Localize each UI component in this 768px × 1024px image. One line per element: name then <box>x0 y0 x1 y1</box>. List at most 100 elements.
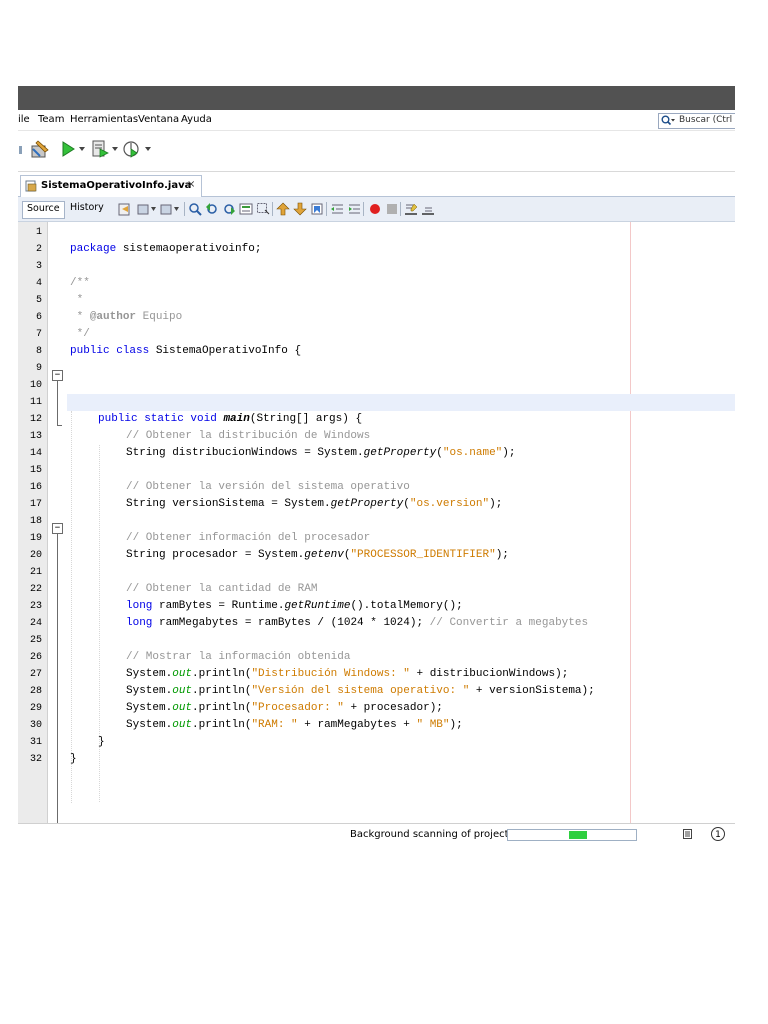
debug-icon[interactable] <box>91 139 109 159</box>
line-number: 1 <box>35 227 42 238</box>
status-bar: Background scanning of projects... 1 <box>18 823 735 845</box>
code-line-2: package sistemaoperativoinfo; <box>70 241 261 258</box>
fold-end <box>57 425 62 426</box>
code-line-20: String procesador = System.getenv("PROCE… <box>126 547 509 564</box>
line-number: 25 <box>29 635 42 646</box>
source-tab[interactable]: Source <box>22 201 65 219</box>
code-line-30: System.out.println("RAM: " + ramMegabyte… <box>126 717 463 734</box>
shift-left-icon[interactable] <box>330 202 344 216</box>
code-token: // Convertir a megabytes <box>429 617 589 629</box>
code-token: ramMegabytes = ramBytes / (1024 * 1024); <box>152 617 430 629</box>
history-tab[interactable]: History <box>66 201 108 217</box>
toggle-highlight-icon[interactable] <box>239 202 253 216</box>
run-dropdown-chevron-icon[interactable] <box>79 147 85 151</box>
search-icon <box>661 115 675 126</box>
toolbar-partial-icon <box>19 146 22 154</box>
fold-toggle-main[interactable]: − <box>52 523 63 534</box>
line-number: 10 <box>29 380 42 391</box>
line-number: 3 <box>35 261 42 272</box>
stop-macro-icon[interactable] <box>385 202 399 216</box>
find-next-icon[interactable] <box>222 202 236 216</box>
code-token: public class <box>70 345 150 357</box>
code-line-22: // Obtener la cantidad de RAM <box>126 583 318 595</box>
code-token: ); <box>495 549 509 561</box>
line-number: 12 <box>29 414 42 425</box>
code-line-31: } <box>98 736 105 748</box>
find-previous-icon[interactable] <box>205 202 219 216</box>
profile-icon[interactable] <box>122 139 142 159</box>
close-tab-icon[interactable]: × <box>187 179 195 190</box>
code-token: .println( <box>192 702 252 714</box>
code-token: public static void <box>98 413 217 425</box>
code-line-16: // Obtener la versión del sistema operat… <box>126 481 410 493</box>
code-token: + procesador); <box>343 702 443 714</box>
previous-bookmark-icon[interactable] <box>276 202 290 216</box>
code-line-12: public static void main(String[] args) { <box>98 411 362 428</box>
code-token: "Procesador: " <box>251 702 344 714</box>
code-line-6: * @author Equipo <box>70 309 183 326</box>
menu-ventana[interactable]: Ventana <box>138 114 179 125</box>
fold-toggle-comment[interactable]: − <box>52 370 63 381</box>
editor-tab-sistemaoperativoinfo[interactable]: SistemaOperativoInfo.java × <box>20 175 202 197</box>
code-token: String versionSistema = System. <box>126 498 331 510</box>
code-token: long <box>126 617 153 629</box>
progress-fill <box>569 831 587 839</box>
last-edit-icon[interactable] <box>118 202 132 216</box>
debug-dropdown-chevron-icon[interactable] <box>112 147 118 151</box>
next-bookmark-icon[interactable] <box>293 202 307 216</box>
code-token: Equipo <box>136 311 183 323</box>
find-selection-icon[interactable] <box>188 202 202 216</box>
java-file-icon <box>25 180 37 192</box>
code-line-19: // Obtener información del procesador <box>126 532 371 544</box>
code-token: + versionSistema); <box>469 685 595 697</box>
status-message: Background scanning of projects... <box>350 829 524 840</box>
line-number: 9 <box>35 363 42 374</box>
code-token: long <box>126 600 153 612</box>
line-number: 19 <box>29 533 42 544</box>
run-icon[interactable] <box>60 140 76 158</box>
comment-icon[interactable] <box>404 202 418 216</box>
forward-dropdown-chevron-icon[interactable] <box>174 207 179 211</box>
code-token: sistemaoperativoinfo; <box>116 243 262 255</box>
menu-ayuda[interactable]: Ayuda <box>181 114 212 125</box>
code-token: getenv <box>304 549 344 561</box>
shift-right-icon[interactable] <box>347 202 361 216</box>
code-token: "Distribución Windows: " <box>251 668 410 680</box>
code-token: " MB" <box>416 719 450 731</box>
code-token: out <box>172 668 193 680</box>
menu-herramientas[interactable]: Herramientas <box>70 114 138 125</box>
memory-icon[interactable] <box>683 829 692 839</box>
line-number: 22 <box>29 584 42 595</box>
profile-dropdown-chevron-icon[interactable] <box>145 147 151 151</box>
code-token: "PROCESSOR_IDENTIFIER" <box>350 549 496 561</box>
search-box[interactable]: Buscar (Ctrl <box>658 113 735 129</box>
search-placeholder: Buscar (Ctrl <box>679 115 733 125</box>
code-editor[interactable]: − − 1 2 3 4 5 6 7 8 9 10 11 12 13 14 15 … <box>18 222 735 823</box>
code-token: ramBytes = Runtime. <box>152 600 285 612</box>
clean-build-icon[interactable] <box>30 139 50 159</box>
line-number: 20 <box>29 550 42 561</box>
code-token: * <box>70 311 90 323</box>
code-token: "os.version" <box>409 498 490 510</box>
line-number: 14 <box>29 448 42 459</box>
forward-icon[interactable] <box>159 202 173 216</box>
start-macro-icon[interactable] <box>368 202 382 216</box>
notifications-badge[interactable]: 1 <box>711 827 725 841</box>
code-token: String procesador = System. <box>126 549 305 561</box>
menu-file[interactable]: ile <box>18 114 30 125</box>
uncomment-icon[interactable] <box>421 202 435 216</box>
toggle-rect-selection-icon[interactable] <box>256 202 270 216</box>
code-token: ( <box>403 498 410 510</box>
toggle-bookmark-icon[interactable] <box>310 202 324 216</box>
menu-team[interactable]: Team <box>38 114 64 125</box>
back-icon[interactable] <box>136 202 150 216</box>
back-dropdown-chevron-icon[interactable] <box>151 207 156 211</box>
code-token: String distribucionWindows = System. <box>126 447 364 459</box>
code-token: System. <box>126 719 173 731</box>
line-number: 4 <box>35 278 42 289</box>
code-token: SistemaOperativoInfo { <box>149 345 302 357</box>
code-line-17: String versionSistema = System.getProper… <box>126 496 502 513</box>
code-token: System. <box>126 668 173 680</box>
code-line-24: long ramMegabytes = ramBytes / (1024 * 1… <box>126 615 588 632</box>
line-number: 23 <box>29 601 42 612</box>
